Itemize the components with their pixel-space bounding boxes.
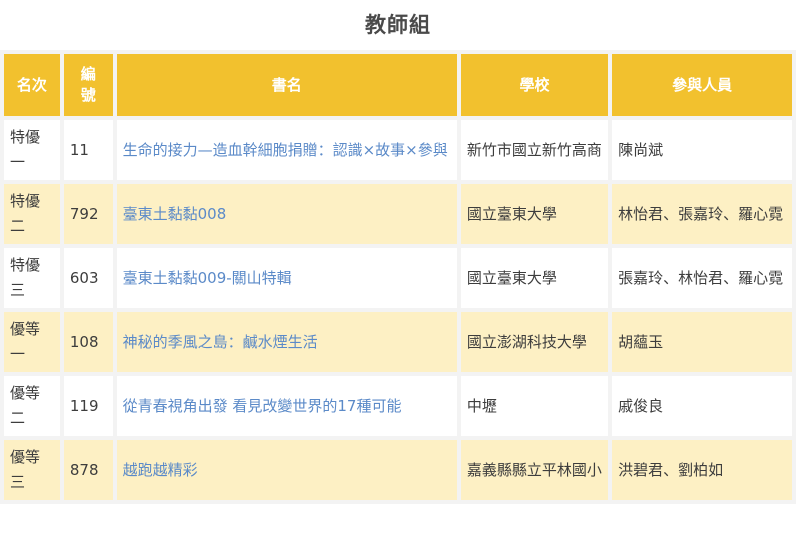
book-title-link[interactable]: 臺東土黏黏008 [123,205,227,223]
school-cell: 國立臺東大學 [460,248,609,308]
number-cell: 878 [63,440,113,500]
header-title: 書名 [116,54,457,116]
book-title-link[interactable]: 從青春視角出發 看見改變世界的17種可能 [123,397,402,415]
title-cell: 從青春視角出發 看見改變世界的17種可能 [116,376,457,436]
rank-cell: 特優三 [4,248,60,308]
table-row: 優等三 878 越跑越精彩 嘉義縣縣立平林國小 洪碧君、劉柏如 [4,440,792,500]
number-cell: 119 [63,376,113,436]
header-school: 學校 [460,54,609,116]
title-cell: 臺東土黏黏008 [116,184,457,244]
header-number-label: 編號 [80,65,96,104]
header-members: 參與人員 [612,54,792,116]
header-number: 編號 [63,54,113,116]
school-cell: 嘉義縣縣立平林國小 [460,440,609,500]
table-row: 優等一 108 神秘的季風之島：鹹水煙生活 國立澎湖科技大學 胡蘊玉 [4,312,792,372]
school-cell: 國立臺東大學 [460,184,609,244]
members-cell: 林怡君、張嘉玲、羅心霓 [612,184,792,244]
number-cell: 11 [63,120,113,180]
page-title: 教師組 [365,13,431,37]
number-cell: 792 [63,184,113,244]
book-title-link[interactable]: 臺東土黏黏009-關山特輯 [123,269,292,287]
title-cell: 越跑越精彩 [116,440,457,500]
school-cell: 中壢 [460,376,609,436]
members-cell: 戚俊良 [612,376,792,436]
members-cell: 洪碧君、劉柏如 [612,440,792,500]
header-rank: 名次 [4,54,60,116]
rank-cell: 特優二 [4,184,60,244]
rank-cell: 優等三 [4,440,60,500]
table-row: 優等二 119 從青春視角出發 看見改變世界的17種可能 中壢 戚俊良 [4,376,792,436]
title-cell: 臺東土黏黏009-關山特輯 [116,248,457,308]
members-cell: 陳尚斌 [612,120,792,180]
title-cell: 生命的接力—造血幹細胞捐贈：認識×故事×參與 [116,120,457,180]
book-title-link[interactable]: 生命的接力—造血幹細胞捐贈：認識×故事×參與 [123,141,448,159]
number-cell: 108 [63,312,113,372]
awards-table: 名次 編號 書名 學校 參與人員 特優一 11 生命的接力—造血幹細胞捐贈：認識… [0,50,796,504]
rank-cell: 特優一 [4,120,60,180]
title-cell: 神秘的季風之島：鹹水煙生活 [116,312,457,372]
table-header-row: 名次 編號 書名 學校 參與人員 [4,54,792,116]
table-row: 特優二 792 臺東土黏黏008 國立臺東大學 林怡君、張嘉玲、羅心霓 [4,184,792,244]
table-row: 特優三 603 臺東土黏黏009-關山特輯 國立臺東大學 張嘉玲、林怡君、羅心霓 [4,248,792,308]
school-cell: 國立澎湖科技大學 [460,312,609,372]
members-cell: 張嘉玲、林怡君、羅心霓 [612,248,792,308]
rank-cell: 優等一 [4,312,60,372]
book-title-link[interactable]: 神秘的季風之島：鹹水煙生活 [123,333,318,351]
book-title-link[interactable]: 越跑越精彩 [123,461,198,479]
school-cell: 新竹市國立新竹高商 [460,120,609,180]
table-row: 特優一 11 生命的接力—造血幹細胞捐贈：認識×故事×參與 新竹市國立新竹高商 … [4,120,792,180]
members-cell: 胡蘊玉 [612,312,792,372]
rank-cell: 優等二 [4,376,60,436]
number-cell: 603 [63,248,113,308]
